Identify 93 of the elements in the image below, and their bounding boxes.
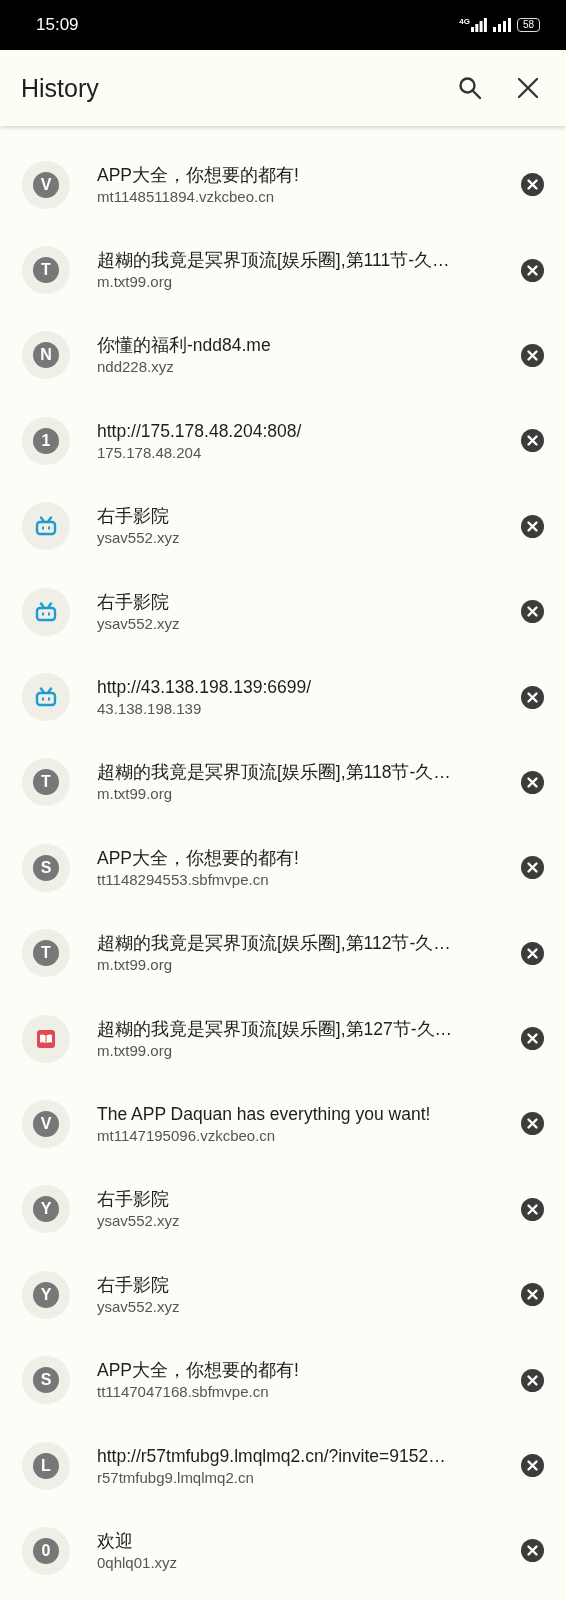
site-letter-icon: T xyxy=(33,940,59,967)
remove-button[interactable] xyxy=(521,685,544,709)
site-letter-icon: Y xyxy=(33,1281,59,1308)
history-title[interactable]: APP大全，你想要的都有! xyxy=(97,845,299,870)
history-title[interactable]: 超糊的我竟是冥界顶流[娱乐圈],第111节-久… xyxy=(97,248,450,273)
close-icon xyxy=(521,429,544,453)
remove-button[interactable] xyxy=(521,1112,544,1136)
signal-icon xyxy=(470,18,487,32)
close-icon xyxy=(521,1283,544,1307)
remove-button[interactable] xyxy=(521,1368,544,1392)
site-letter-icon: Y xyxy=(33,1196,59,1223)
history-title[interactable]: 右手影院 xyxy=(97,1272,169,1297)
site-letter-icon: 0 xyxy=(33,1537,59,1564)
history-url: tt1147047168.sbfmvpe.cn xyxy=(97,1382,269,1403)
close-icon xyxy=(521,514,544,538)
close-icon xyxy=(521,1539,544,1563)
remove-button[interactable] xyxy=(521,856,544,880)
close-icon xyxy=(518,78,538,98)
close-icon xyxy=(521,1454,544,1478)
remove-button[interactable] xyxy=(521,258,544,282)
site-letter-icon: T xyxy=(33,257,59,284)
history-title[interactable]: 右手影院 xyxy=(97,504,169,529)
history-url: m.txt99.org xyxy=(97,1040,173,1061)
close-icon xyxy=(521,1027,544,1051)
site-letter-icon: V xyxy=(33,1111,59,1137)
history-url: ysav552.xyz xyxy=(97,528,180,549)
site-letter-icon: L xyxy=(33,1452,59,1479)
close-icon xyxy=(521,1197,544,1221)
close-icon xyxy=(521,600,544,624)
history-url: m.txt99.org xyxy=(97,784,173,805)
close-icon xyxy=(521,941,544,965)
close-icon xyxy=(521,1368,544,1392)
history-url: mt1147195096.vzkcbeo.cn xyxy=(97,1126,276,1146)
remove-button[interactable] xyxy=(521,514,544,538)
remove-button[interactable] xyxy=(521,1454,544,1478)
remove-button[interactable] xyxy=(521,1197,544,1221)
history-title[interactable]: http://43.138.198.139:6699/ xyxy=(97,675,312,700)
site-letter-icon: V xyxy=(33,171,59,198)
search-icon xyxy=(458,76,482,100)
history-title[interactable]: 超糊的我竟是冥界顶流[娱乐圈],第118节-久… xyxy=(97,760,451,785)
site-letter-icon: 1 xyxy=(33,427,59,454)
battery-level: 58 xyxy=(516,18,540,32)
network-type: 4G xyxy=(459,18,470,26)
history-url: ysav552.xyz xyxy=(97,1296,180,1317)
history-title[interactable]: http://r57tmfubg9.lmqlmq2.cn/?invite=9152… xyxy=(97,1443,446,1468)
history-title[interactable]: APP大全，你想要的都有! xyxy=(97,162,299,187)
remove-button[interactable] xyxy=(521,1027,544,1051)
tv-icon xyxy=(35,516,57,537)
history-title[interactable]: The APP Daquan has everything you want! xyxy=(97,1102,431,1126)
history-url: tt1148294553.sbfmvpe.cn xyxy=(97,869,269,890)
site-letter-icon: S xyxy=(33,854,59,881)
history-url: ndd228.xyz xyxy=(97,357,174,378)
history-title[interactable]: 欢迎 xyxy=(97,1528,133,1553)
remove-button[interactable] xyxy=(521,1539,544,1563)
history-url: r57tmfubg9.lmqlmq2.cn xyxy=(97,1467,254,1488)
remove-button[interactable] xyxy=(521,173,544,197)
status-time: 15:09 xyxy=(36,15,79,35)
history-title[interactable]: 超糊的我竟是冥界顶流[娱乐圈],第112节-久… xyxy=(97,931,451,956)
history-title[interactable]: 右手影院 xyxy=(97,589,169,614)
close-icon xyxy=(521,258,544,282)
history-url: m.txt99.org xyxy=(97,955,173,976)
site-letter-icon: T xyxy=(33,769,59,796)
history-title[interactable]: http://175.178.48.204:808/ xyxy=(97,418,302,443)
remove-button[interactable] xyxy=(521,770,544,794)
history-url: m.txt99.org xyxy=(97,272,173,293)
remove-button[interactable] xyxy=(521,1283,544,1307)
history-title[interactable]: 你懂的福利-ndd84.me xyxy=(97,333,271,358)
close-icon xyxy=(521,343,544,367)
close-icon xyxy=(521,685,544,709)
remove-button[interactable] xyxy=(521,600,544,624)
remove-button[interactable] xyxy=(521,343,544,367)
site-letter-icon: N xyxy=(33,342,59,369)
history-url: 43.138.198.139 xyxy=(97,699,202,720)
close-icon xyxy=(521,856,544,880)
close-icon xyxy=(521,770,544,794)
close-icon xyxy=(521,173,544,197)
signal-icon xyxy=(492,18,511,32)
close-icon xyxy=(521,1112,544,1136)
history-url: 0qhlq01.xyz xyxy=(97,1552,178,1573)
page-title: History xyxy=(21,73,100,103)
tv-icon xyxy=(35,687,57,708)
tv-icon xyxy=(35,601,57,622)
site-letter-icon: S xyxy=(33,1367,59,1394)
history-title[interactable]: APP大全，你想要的都有! xyxy=(97,1358,299,1383)
history-title[interactable]: 右手影院 xyxy=(97,1187,169,1212)
book-icon xyxy=(37,1029,55,1048)
remove-button[interactable] xyxy=(521,429,544,453)
history-title[interactable]: 超糊的我竟是冥界顶流[娱乐圈],第127节-久… xyxy=(97,1016,453,1041)
history-url: ysav552.xyz xyxy=(97,1211,180,1232)
history-url: ysav552.xyz xyxy=(97,613,180,634)
history-url: mt1148511894.vzkcbeo.cn xyxy=(97,186,275,207)
history-url: 175.178.48.204 xyxy=(97,442,202,463)
remove-button[interactable] xyxy=(521,941,544,965)
